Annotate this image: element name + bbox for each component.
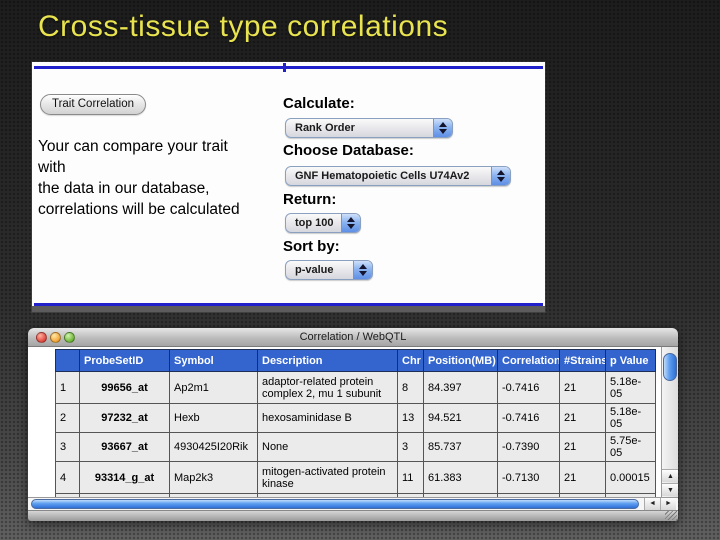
panel-bottom-edge (32, 306, 545, 312)
window-title: Correlation / WebQTL (28, 328, 678, 347)
description-line: the data in our database, (38, 178, 240, 199)
symbol-link[interactable]: 4930425I20Rik (170, 433, 258, 462)
horizontal-scrollbar-thumb[interactable] (31, 499, 639, 509)
scroll-up-icon[interactable]: ▲ (662, 469, 678, 482)
col-header-correlation: Correlation (498, 350, 560, 372)
description-cell: mitogen-activated protein kinase (258, 462, 398, 494)
trait-correlation-panel: Trait Correlation Your can compare your … (32, 62, 545, 312)
resize-grip-icon[interactable] (665, 511, 677, 520)
dropdown-stepper-icon (341, 214, 360, 232)
symbol-link[interactable]: Ap2m1 (170, 372, 258, 404)
return-label: Return: (283, 191, 336, 208)
calculate-select-value: Rank Order (295, 119, 430, 137)
panel-description: Your can compare your trait with the dat… (38, 136, 240, 220)
pvalue-cell: 0.00015 (606, 462, 656, 494)
row-index: 4 (56, 462, 80, 494)
col-header-chr: Chr (398, 350, 424, 372)
dropdown-stepper-icon (491, 167, 510, 185)
return-select[interactable]: top 100 (285, 213, 361, 233)
slide-background: Cross-tissue type correlations Trait Cor… (0, 0, 720, 540)
strains-cell: 21 (560, 433, 606, 462)
slide-title: Cross-tissue type correlations (38, 10, 448, 44)
table-row: 2 97232_at Hexb hexosaminidase B 13 94.5… (56, 404, 656, 433)
sort-by-select[interactable]: p-value (285, 260, 373, 280)
description-cell: hexosaminidase B (258, 404, 398, 433)
scroll-right-icon[interactable]: ► (660, 498, 676, 510)
correlation-link[interactable]: -0.7416 (498, 372, 560, 404)
chr-cell: 8 (398, 372, 424, 404)
window-titlebar[interactable]: Correlation / WebQTL (28, 328, 678, 347)
symbol-link[interactable]: Map2k3 (170, 462, 258, 494)
window-content: ProbeSetID Symbol Description Chr Positi… (28, 347, 678, 497)
correlation-form: Calculate: Rank Order Choose Database: G… (283, 62, 545, 312)
calculate-label: Calculate: (283, 95, 355, 112)
col-header-description: Description (258, 350, 398, 372)
row-index: 1 (56, 372, 80, 404)
probeset-link[interactable]: 93314_g_at (80, 462, 170, 494)
probeset-link[interactable]: 93667_at (80, 433, 170, 462)
chr-cell: 11 (398, 462, 424, 494)
database-select[interactable]: GNF Hematopoietic Cells U74Av2 (285, 166, 511, 186)
symbol-link[interactable]: Hexb (170, 404, 258, 433)
correlation-table: ProbeSetID Symbol Description Chr Positi… (55, 349, 656, 497)
position-cell: 61.383 (424, 462, 498, 494)
probeset-link[interactable]: 99656_at (80, 372, 170, 404)
correlation-results-window: Correlation / WebQTL ProbeSetID Symbol D… (28, 328, 678, 521)
position-cell: 84.397 (424, 372, 498, 404)
table-row: 1 99656_at Ap2m1 adaptor-related protein… (56, 372, 656, 404)
description-cell: None (258, 433, 398, 462)
table-header-row: ProbeSetID Symbol Description Chr Positi… (56, 350, 656, 372)
pvalue-cell: 5.18e-05 (606, 404, 656, 433)
table-row: 4 93314_g_at Map2k3 mitogen-activated pr… (56, 462, 656, 494)
sort-by-label: Sort by: (283, 238, 340, 255)
strains-cell: 21 (560, 404, 606, 433)
dropdown-stepper-icon (353, 261, 372, 279)
col-header-position: Position(MB) (424, 350, 498, 372)
pvalue-cell: 5.18e-05 (606, 372, 656, 404)
dropdown-stepper-icon (433, 119, 452, 137)
correlation-link[interactable]: -0.7130 (498, 462, 560, 494)
col-header-pvalue: p Value (606, 350, 656, 372)
window-bottom-edge (28, 510, 678, 521)
vertical-scrollbar[interactable]: ▲ ▼ (661, 347, 678, 497)
return-select-value: top 100 (295, 214, 338, 232)
vertical-scrollbar-thumb[interactable] (663, 353, 677, 381)
row-index: 3 (56, 433, 80, 462)
scroll-left-icon[interactable]: ◄ (644, 498, 660, 510)
row-index: 2 (56, 404, 80, 433)
col-header-probesetid: ProbeSetID (80, 350, 170, 372)
correlation-link[interactable]: -0.7416 (498, 404, 560, 433)
trait-correlation-button[interactable]: Trait Correlation (40, 94, 146, 115)
strains-cell: 21 (560, 462, 606, 494)
col-header-symbol: Symbol (170, 350, 258, 372)
correlation-link[interactable]: -0.7390 (498, 433, 560, 462)
position-cell: 94.521 (424, 404, 498, 433)
description-cell: adaptor-related protein complex 2, mu 1 … (258, 372, 398, 404)
table-row: 3 93667_at 4930425I20Rik None 3 85.737 -… (56, 433, 656, 462)
col-header-index (56, 350, 80, 372)
col-header-strains: #Strains (560, 350, 606, 372)
pvalue-cell: 5.75e-05 (606, 433, 656, 462)
sort-by-select-value: p-value (295, 261, 350, 279)
description-line: correlations will be calculated (38, 199, 240, 220)
strains-cell: 21 (560, 372, 606, 404)
chr-cell: 3 (398, 433, 424, 462)
chr-cell: 13 (398, 404, 424, 433)
choose-database-label: Choose Database: (283, 142, 414, 159)
probeset-link[interactable]: 97232_at (80, 404, 170, 433)
description-line: Your can compare your trait (38, 136, 240, 157)
scroll-down-icon[interactable]: ▼ (662, 483, 678, 496)
position-cell: 85.737 (424, 433, 498, 462)
horizontal-scrollbar[interactable]: ◄ ► (28, 497, 678, 510)
description-line: with (38, 157, 240, 178)
database-select-value: GNF Hematopoietic Cells U74Av2 (295, 167, 488, 185)
calculate-select[interactable]: Rank Order (285, 118, 453, 138)
